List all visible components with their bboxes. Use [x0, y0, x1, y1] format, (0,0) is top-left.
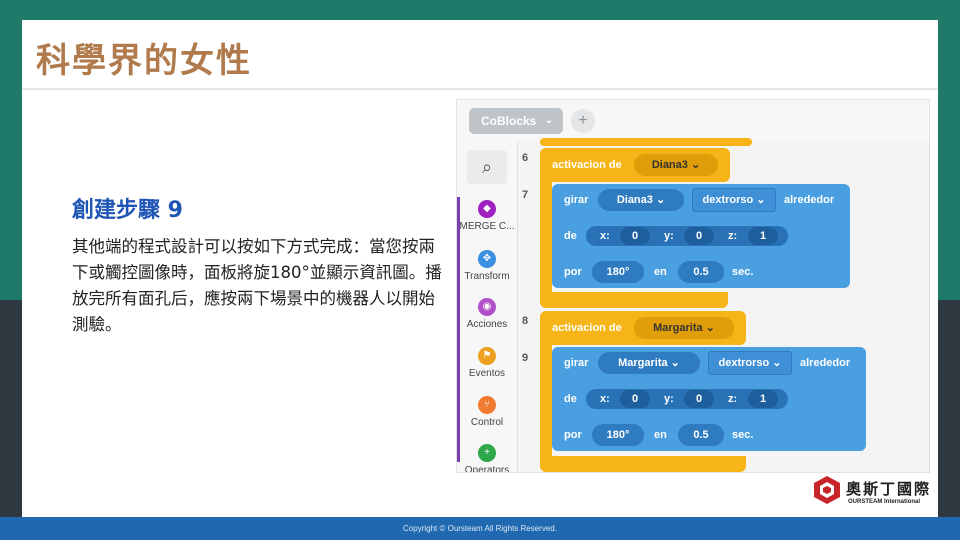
- z-label: z:: [728, 230, 738, 242]
- editor-toolbar: CoBlocks ⌄ +: [457, 100, 929, 142]
- copyright-footer: Copyright © Oursteam All Rights Reserved…: [0, 517, 960, 540]
- category-merge[interactable]: ◆ MERGE C...: [457, 200, 517, 232]
- slide-canvas: 科學界的女性 創建步驟 9 其他端的程式設計可以按如下方式完成：當您按兩下或觸控…: [22, 20, 938, 517]
- category-label: Control: [470, 417, 504, 428]
- z-input[interactable]: 1: [748, 390, 778, 408]
- y-label: y:: [664, 230, 674, 242]
- merge-icon: ◆: [478, 200, 496, 218]
- category-label: Acciones: [466, 319, 508, 330]
- flag-icon: ⚑: [478, 347, 496, 365]
- step-heading: 創建步驟 9: [72, 198, 183, 223]
- time-input[interactable]: 0.5: [678, 424, 724, 446]
- alrededor-label: alrededor: [784, 194, 835, 206]
- event-label: activacion de: [552, 322, 622, 334]
- block-workspace[interactable]: 6 7 activacion de Diana3 ⌄ girar Diana3 …: [518, 138, 929, 472]
- time-input[interactable]: 0.5: [678, 261, 724, 283]
- title-divider: [22, 88, 938, 90]
- event-block-footer: [540, 456, 746, 472]
- x-input[interactable]: 0: [620, 390, 650, 408]
- target-value: Diana3: [651, 159, 688, 171]
- target-dropdown[interactable]: Diana3 ⌄: [634, 154, 718, 176]
- object-dropdown[interactable]: Margarita ⌄: [598, 352, 700, 374]
- search-icon: ⌕: [481, 157, 493, 177]
- girar-label: girar: [564, 194, 589, 206]
- workspace-dropdown[interactable]: CoBlocks ⌄: [469, 108, 563, 134]
- category-label: Transform: [464, 271, 510, 282]
- object-dropdown[interactable]: Diana3 ⌄: [598, 189, 684, 211]
- add-workspace-button[interactable]: +: [571, 109, 595, 133]
- x-label: x:: [600, 230, 610, 242]
- block-category-sidebar: ⌕ ◆ MERGE C... ✥ Transform ◉ Acciones ⚑ …: [457, 142, 518, 472]
- x-label: x:: [600, 393, 610, 405]
- chevron-down-icon: ⌄: [544, 115, 553, 126]
- logo-name-en: OURSTEAM International: [848, 499, 921, 505]
- workspace-dropdown-label: CoBlocks: [481, 114, 537, 128]
- direction-value: dextrorso: [718, 357, 770, 369]
- coblocks-editor-screenshot: CoBlocks ⌄ + ⌕ ◆ MERGE C... ✥ Transform …: [456, 99, 930, 473]
- category-acciones[interactable]: ◉ Acciones: [457, 298, 517, 330]
- category-operators[interactable]: + Operators: [457, 444, 517, 473]
- category-label: MERGE C...: [459, 221, 515, 232]
- en-label: en: [654, 266, 667, 278]
- line-number: 9: [522, 352, 529, 364]
- direction-dropdown[interactable]: dextrorso ⌄: [692, 188, 776, 212]
- y-input[interactable]: 0: [684, 227, 714, 245]
- sec-label: sec.: [732, 266, 754, 278]
- alrededor-label: alrededor: [800, 357, 851, 369]
- line-number: 6: [522, 152, 529, 164]
- y-label: y:: [664, 393, 674, 405]
- logo-name-cn: 奧斯丁國際: [846, 480, 932, 498]
- line-number: 7: [522, 189, 529, 201]
- plus-icon: +: [478, 444, 496, 462]
- en-label: en: [654, 429, 667, 441]
- search-button[interactable]: ⌕: [467, 150, 507, 184]
- category-label: Operators: [464, 465, 510, 473]
- previous-block-edge: [540, 138, 752, 146]
- category-transform[interactable]: ✥ Transform: [457, 250, 517, 282]
- event-label: activacion de: [552, 159, 622, 171]
- category-label: Eventos: [468, 368, 506, 379]
- event-block-arm: [540, 178, 552, 304]
- por-label: por: [564, 429, 582, 441]
- transform-icon: ✥: [478, 250, 496, 268]
- angle-input[interactable]: 180°: [592, 261, 644, 283]
- por-label: por: [564, 266, 582, 278]
- de-label: de: [564, 230, 577, 242]
- category-eventos[interactable]: ⚑ Eventos: [457, 347, 517, 379]
- angle-input[interactable]: 180°: [592, 424, 644, 446]
- z-label: z:: [728, 393, 738, 405]
- object-value: Margarita: [618, 357, 668, 369]
- girar-label: girar: [564, 357, 589, 369]
- object-value: Diana3: [616, 194, 653, 206]
- target-value: Margarita: [653, 322, 703, 334]
- event-block-arm: [540, 341, 552, 467]
- de-label: de: [564, 393, 577, 405]
- direction-dropdown[interactable]: dextrorso ⌄: [708, 351, 792, 375]
- direction-value: dextrorso: [702, 194, 754, 206]
- category-control[interactable]: ⑂ Control: [457, 396, 517, 428]
- y-input[interactable]: 0: [684, 390, 714, 408]
- eye-icon: ◉: [478, 298, 496, 316]
- z-input[interactable]: 1: [748, 227, 778, 245]
- event-block-footer: [540, 292, 728, 308]
- slide-title: 科學界的女性: [36, 41, 252, 81]
- company-logo: 奧斯丁國際 OURSTEAM International: [812, 475, 937, 515]
- sec-label: sec.: [732, 429, 754, 441]
- control-icon: ⑂: [478, 396, 496, 414]
- logo-mark-icon: [814, 476, 840, 504]
- line-number: 8: [522, 315, 529, 327]
- x-input[interactable]: 0: [620, 227, 650, 245]
- step-description: 其他端的程式設計可以按如下方式完成：當您按兩下或觸控圖像時，面板將旋180°並顯…: [72, 237, 442, 334]
- target-dropdown[interactable]: Margarita ⌄: [634, 317, 734, 339]
